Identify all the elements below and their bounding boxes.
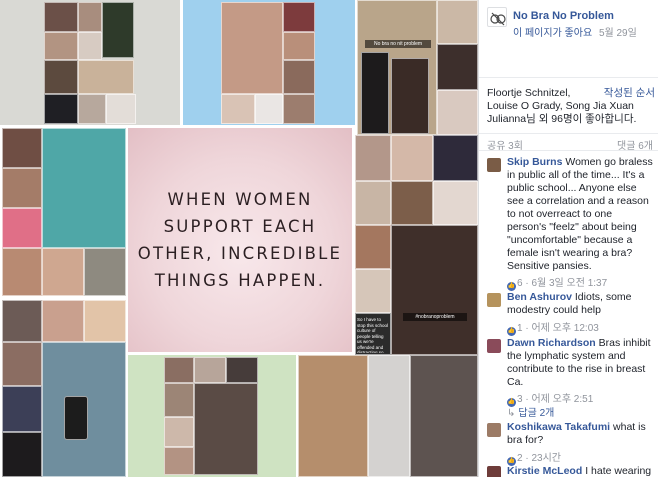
comment-time[interactable]: 6월 3일 오전 1:37 [531,278,607,289]
post-header: No Bra No Problem 이 페이지가 좋아요 5월 29일 [479,0,658,78]
commenter-avatar[interactable] [487,466,501,477]
collage-tile-right-middle: #nobranoproblem So I have to stop this s… [355,135,478,355]
reaction-names-line-3[interactable]: Julianna님 외 96명이 좋아합니다. [487,113,655,126]
reply-arrow-icon: ↳ [507,408,516,419]
reply-count[interactable]: 답글 2개 [518,408,554,419]
comment-like-count[interactable]: 6 [517,278,523,289]
quote-line-2: SUPPORT EACH [163,217,317,236]
view-replies-link[interactable]: ↳ 답글 2개 [507,404,554,419]
comment-text: I hate wearing [585,465,652,477]
commenter-avatar[interactable] [487,423,501,437]
collage-tile-top-left [0,0,180,125]
comment-body: Kirstie McLeod I hate wearing [507,465,653,477]
comment-time[interactable]: 23시간 [531,453,561,464]
collage-tile-top-right: No bra no nit problem [357,0,478,135]
quote-line-3: OTHER, INCREDIBLE [137,244,343,263]
comment-like-count[interactable]: 1 [517,323,523,334]
page-logo-icon [490,12,506,26]
comment-author[interactable]: Koshikawa Takafumi [507,421,610,433]
comment-count[interactable]: 댓글 6개 [617,137,653,152]
reaction-names-line-1[interactable]: Floortje Schnitzel, [487,87,599,100]
commenter-avatar[interactable] [487,293,501,307]
reaction-names-line-2[interactable]: Louise O Grady, Song Jia Xuan [487,100,655,113]
comment-like-count[interactable]: 2 [517,453,523,464]
comment-author[interactable]: Skip Burns [507,156,562,168]
quote-line-1: WHEN WOMEN [167,190,313,209]
snap-hashtag: #nobranoproblem [403,313,467,321]
post-date[interactable]: 5월 29일 [599,28,637,39]
like-page-link[interactable]: 이 페이지가 좋아요 [513,28,592,39]
collage-tile-bottom-middle [128,355,296,477]
collage-tile-left-middle [0,128,126,298]
comment-body: Dawn Richardson Bras inhibit the lymphat… [507,337,653,389]
like-icon: 👍 [507,282,516,291]
quote-card: WHEN WOMEN SUPPORT EACH OTHER, INCREDIBL… [128,128,352,352]
comment-time[interactable]: 어제 오후 12:03 [531,323,598,334]
comment-sort-link[interactable]: 작성된 순서 [604,87,655,100]
collage-tile-left-lower [0,300,126,477]
share-comment-counts: 공유 3회 댓글 6개 [479,133,658,152]
comment-meta: 👍 2 · 23시간 [507,453,561,466]
comment-meta: 👍 1 · 어제 오후 12:03 [507,323,599,336]
snap-caption: No bra no nit problem [365,40,431,48]
collage-tile-bottom-right [298,355,478,477]
reactions-summary: 작성된 순서 Floortje Schnitzel, Louise O Grad… [487,87,655,126]
comment-author[interactable]: Dawn Richardson [507,337,596,349]
comment-text: Women go braless in public all of the ti… [507,156,653,272]
share-count[interactable]: 공유 3회 [487,137,523,152]
comment-author[interactable]: Ben Ashurov [507,291,572,303]
page-sub-line: 이 페이지가 좋아요 5월 29일 [513,24,637,39]
comments-panel: No Bra No Problem 이 페이지가 좋아요 5월 29일 작성된 … [478,0,658,477]
like-icon: 👍 [507,327,516,336]
commenter-avatar[interactable] [487,339,501,353]
snap-small-text: So I have to stop this school culture of… [357,317,389,353]
commenter-avatar[interactable] [487,158,501,172]
comment-author[interactable]: Kirstie McLeod [507,465,582,477]
post-image-collage[interactable]: No bra no nit problem WHEN WOMEN SUPPORT… [0,0,478,477]
page-name-link[interactable]: No Bra No Problem [513,10,614,22]
quote-text: WHEN WOMEN SUPPORT EACH OTHER, INCREDIBL… [138,186,342,294]
quote-line-4: THINGS HAPPEN. [154,271,326,290]
comment-body: Skip Burns Women go braless in public al… [507,156,653,273]
comment-meta: 👍 6 · 6월 3일 오전 1:37 [507,278,608,291]
page-avatar[interactable] [487,7,507,27]
collage-tile-top-middle [183,0,355,125]
comment-body: Koshikawa Takafumi what is bra for? [507,421,653,447]
comment-body: Ben Ashurov Idiots, some modestry could … [507,291,653,317]
